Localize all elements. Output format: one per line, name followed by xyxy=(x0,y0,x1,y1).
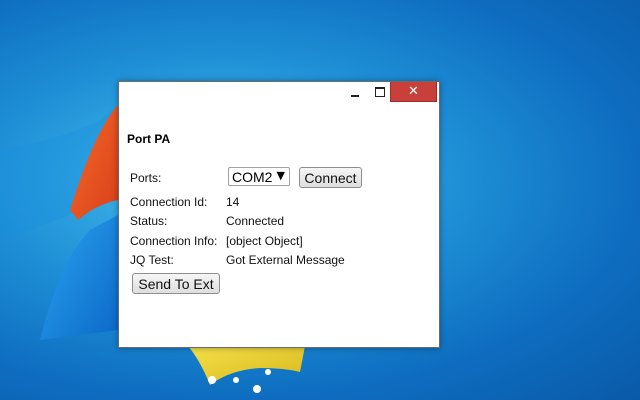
minimize-button[interactable] xyxy=(343,82,367,102)
title-bar[interactable]: ✕ xyxy=(119,82,439,104)
send-to-ext-button[interactable]: Send To Ext xyxy=(132,273,220,294)
dropdown-arrow-icon: ▼ xyxy=(276,169,285,182)
maximize-icon xyxy=(375,87,385,97)
maximize-button[interactable] xyxy=(368,82,392,102)
ports-label: Ports: xyxy=(130,171,162,185)
connect-button[interactable]: Connect xyxy=(299,167,362,188)
jq-test-value: Got External Message xyxy=(226,253,345,267)
page-title: Port PA xyxy=(127,132,171,146)
connection-info-value: [object Object] xyxy=(226,234,303,248)
jq-test-label: JQ Test: xyxy=(130,253,174,267)
connection-id-label: Connection Id: xyxy=(130,195,208,209)
ports-select[interactable]: COM2 ▼ xyxy=(228,167,290,186)
ports-selected-value: COM2 xyxy=(232,168,273,185)
minimize-icon xyxy=(351,95,359,97)
status-value: Connected xyxy=(226,214,285,228)
app-window: ✕ Port PA Ports: COM2 ▼ Connect Connecti… xyxy=(118,81,440,348)
close-button[interactable]: ✕ xyxy=(390,82,437,102)
connection-info-label: Connection Info: xyxy=(130,234,218,248)
connection-id-value: 14 xyxy=(226,195,240,209)
status-label: Status: xyxy=(130,214,168,228)
close-icon: ✕ xyxy=(408,84,419,99)
